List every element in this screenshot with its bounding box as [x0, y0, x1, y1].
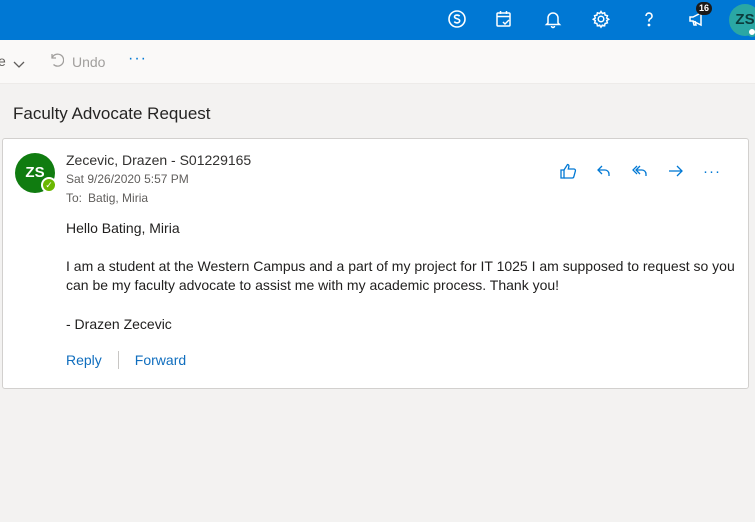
message-actions: ··· [550, 161, 730, 181]
forward-icon[interactable] [658, 161, 694, 181]
chevron-down-icon[interactable] [13, 56, 25, 74]
forward-button[interactable]: Forward [135, 352, 186, 368]
undo-button[interactable]: Undo [48, 52, 105, 71]
user-initials: ZS [735, 11, 755, 28]
message-greeting: Hello Bating, Miria [66, 220, 180, 236]
command-toolbar: e Undo ··· [0, 40, 755, 84]
more-options-icon[interactable]: ··· [128, 50, 147, 68]
reply-icon[interactable] [586, 161, 622, 181]
help-icon[interactable] [636, 6, 662, 32]
calendar-tasks-icon[interactable] [491, 6, 517, 32]
gear-icon[interactable] [588, 6, 614, 32]
message-subject: Faculty Advocate Request [13, 104, 211, 123]
reply-row: Reply Forward [66, 351, 186, 369]
undo-icon [48, 52, 65, 71]
divider [117, 351, 119, 369]
like-icon[interactable] [550, 161, 586, 181]
recipient-name[interactable]: Batig, Miria [88, 191, 148, 205]
skype-icon[interactable] [444, 6, 470, 32]
sender-name[interactable]: Zecevic, Drazen - S01229165 [66, 152, 251, 168]
reply-all-icon[interactable] [622, 161, 658, 181]
more-actions-icon[interactable]: ··· [694, 161, 730, 181]
recipient-line: To: Batig, Miria [66, 191, 148, 205]
user-avatar[interactable]: ZS [729, 4, 755, 37]
sent-date: Sat 9/26/2020 5:57 PM [66, 172, 189, 186]
toolbar-cut-off-label[interactable]: e [0, 53, 6, 69]
presence-available-icon: ✓ [41, 177, 57, 193]
top-bar: 16 ZS [0, 0, 755, 40]
to-label: To: [66, 191, 83, 205]
undo-label: Undo [72, 53, 106, 70]
notification-badge: 16 [696, 2, 713, 15]
reply-button[interactable]: Reply [66, 352, 102, 368]
presence-status-icon [747, 27, 755, 37]
message-text: I am a student at the Western Campus and… [66, 258, 735, 293]
message-signature: - Drazen Zecevic [66, 316, 172, 332]
sender-initials: ZS [25, 164, 45, 181]
message-card: ZS ✓ Zecevic, Drazen - S01229165 Sat 9/2… [2, 138, 749, 389]
bell-icon[interactable] [540, 6, 566, 32]
